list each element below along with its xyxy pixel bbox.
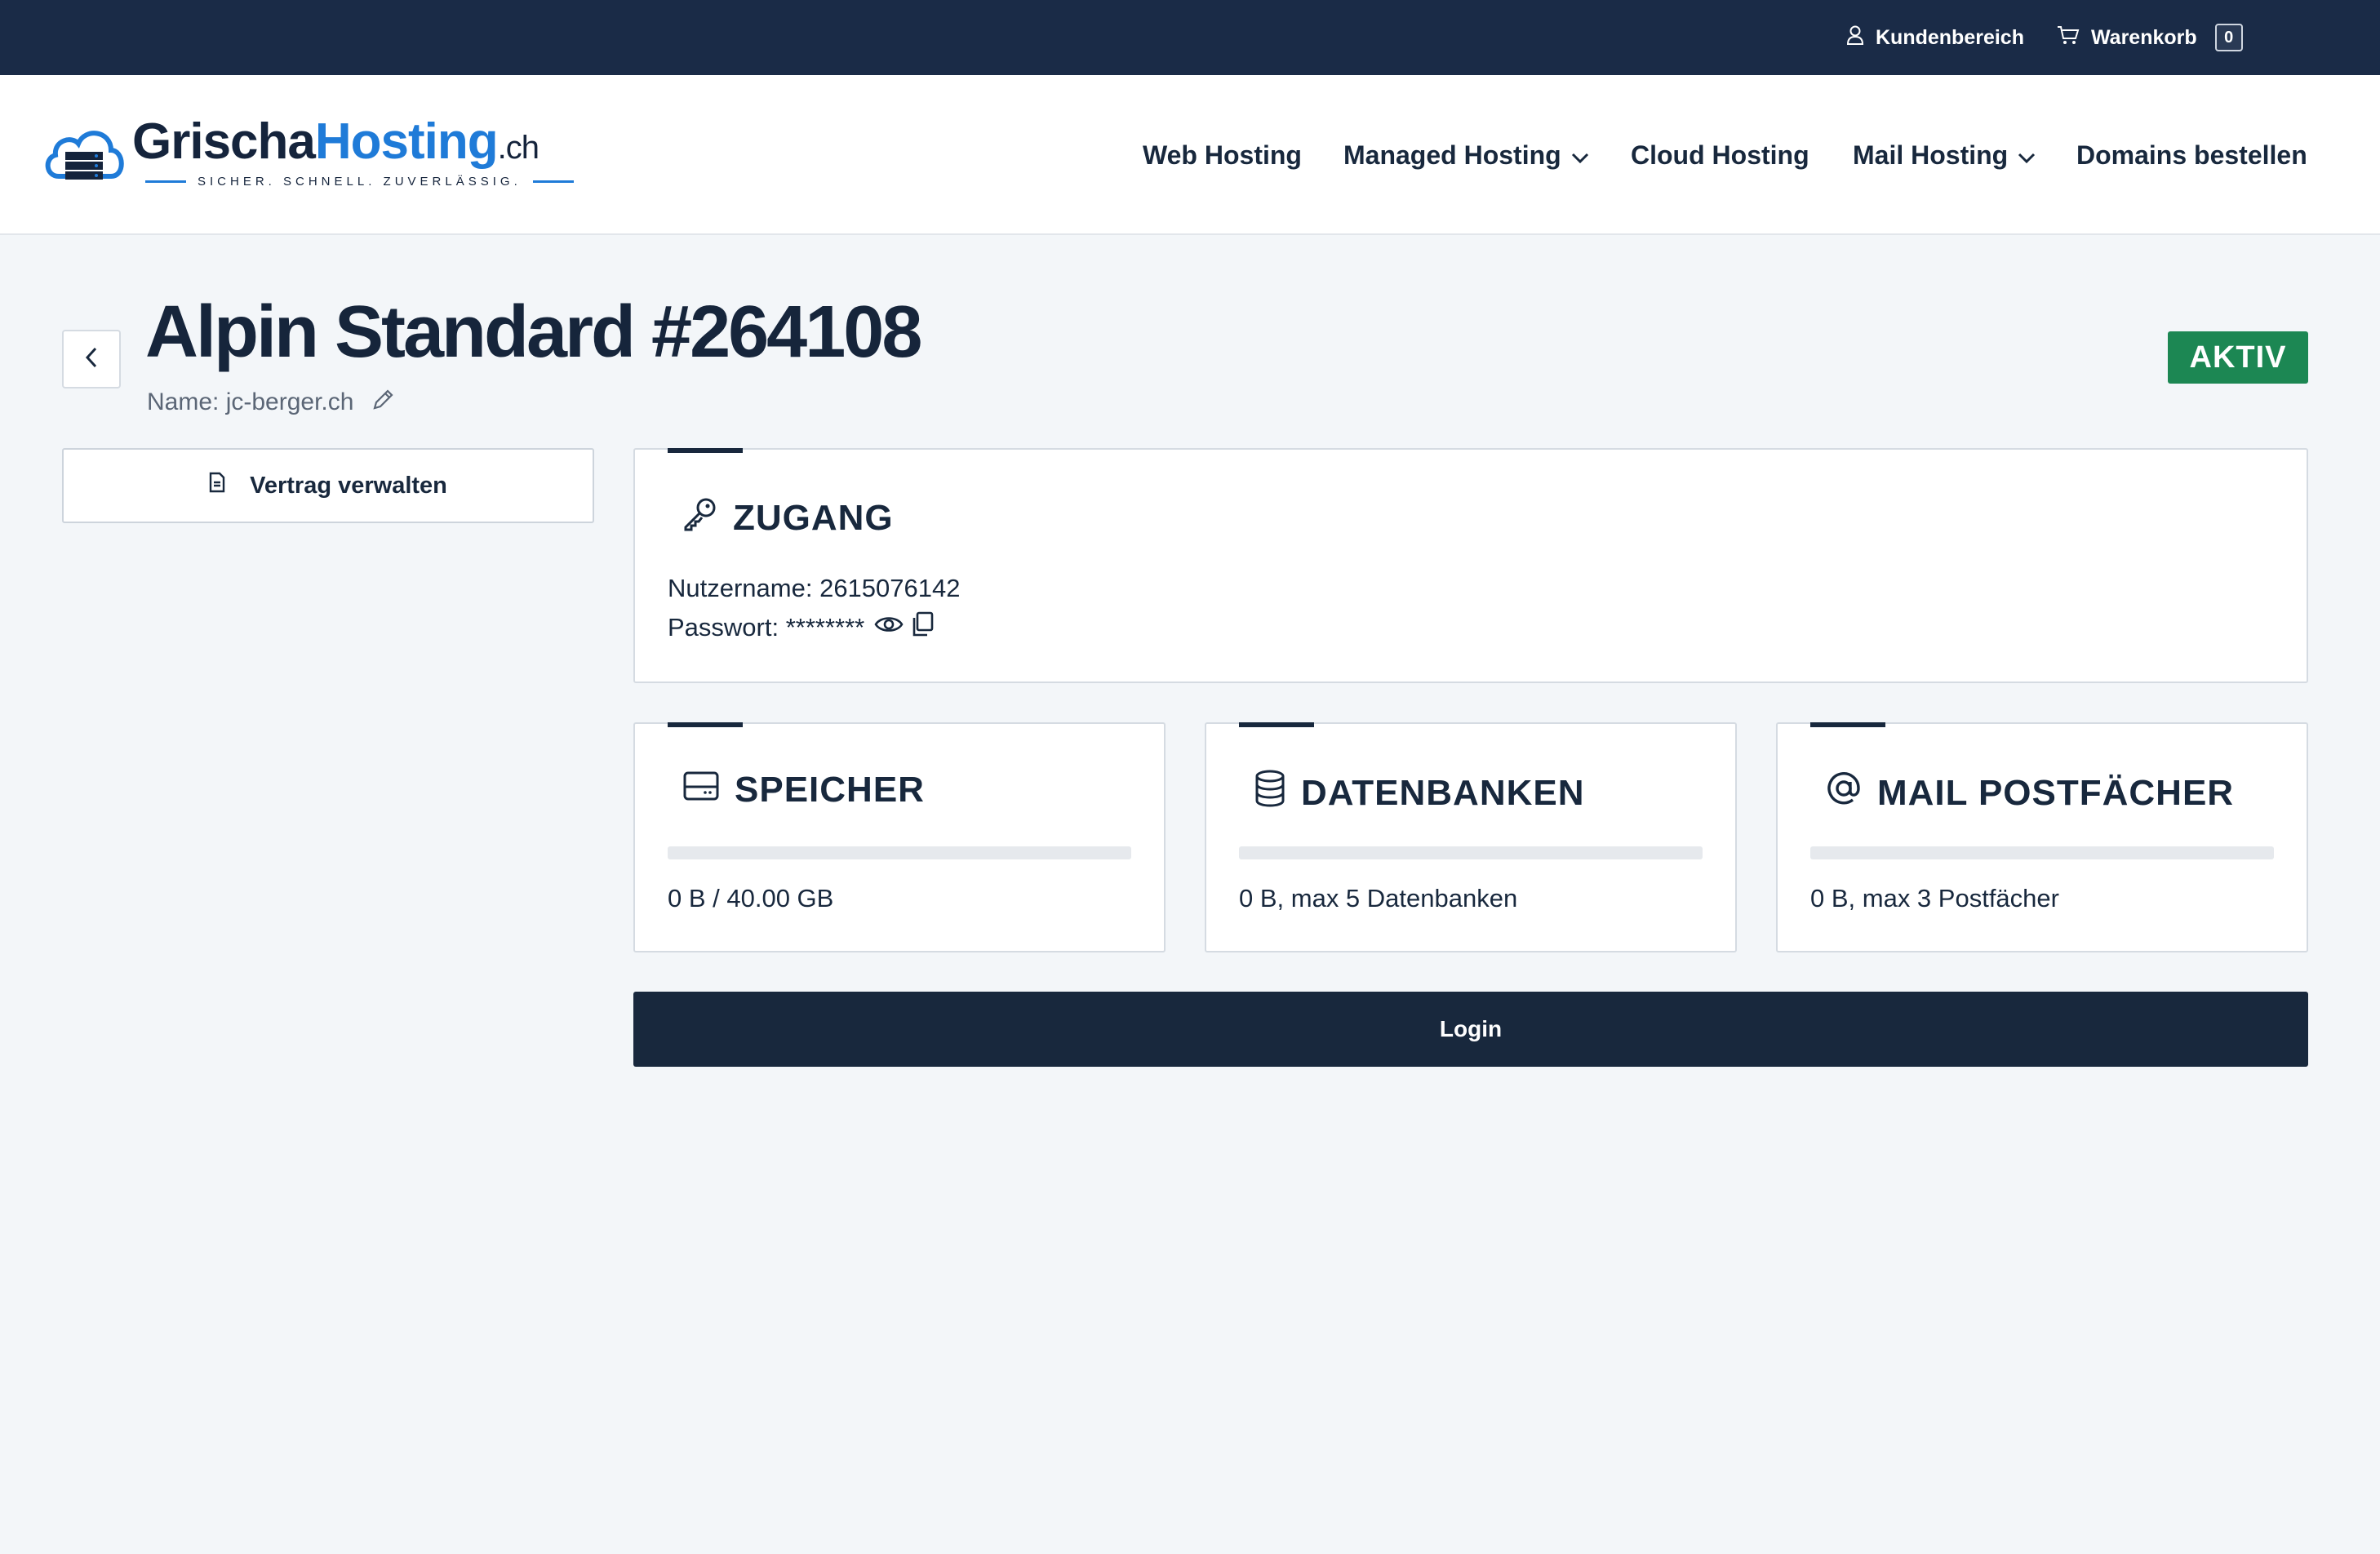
nav-item-domains[interactable]: Domains bestellen xyxy=(2076,75,2307,235)
key-icon xyxy=(682,495,718,540)
cart-link[interactable]: Warenkorb 0 xyxy=(2057,0,2243,75)
storage-progress-bar xyxy=(668,846,1131,859)
nav-label: Web Hosting xyxy=(1143,140,1302,170)
password-line: Passwort: ******** xyxy=(668,613,865,642)
account-link[interactable]: Kundenbereich xyxy=(1846,0,2024,75)
logo-part-1: Grischa xyxy=(132,113,316,170)
pencil-icon[interactable] xyxy=(371,387,396,418)
mailboxes-title-text: MAIL POSTFÄCHER xyxy=(1877,772,2235,813)
manage-contract-button[interactable]: Vertrag verwalten xyxy=(62,448,594,523)
contract-name: Name: jc-berger.ch xyxy=(147,388,354,415)
at-sign-icon xyxy=(1825,770,1863,816)
cart-label: Warenkorb xyxy=(2091,25,2197,49)
storage-title-text: SPEICHER xyxy=(735,770,925,810)
copy-icon[interactable] xyxy=(910,611,935,644)
card-accent xyxy=(668,722,743,727)
cloud-server-icon xyxy=(42,119,127,189)
card-accent xyxy=(1810,722,1885,727)
databases-title: DATENBANKEN xyxy=(1254,770,1585,816)
nav-item-managed-hosting[interactable]: Managed Hosting xyxy=(1343,75,1589,235)
databases-progress-bar xyxy=(1239,846,1703,859)
logo-part-2: Hosting xyxy=(314,113,499,170)
mailboxes-usage-text: 0 B, max 3 Postfächer xyxy=(1810,884,2059,912)
hard-drive-icon xyxy=(682,770,720,810)
username-line: Nutzername: 2615076142 xyxy=(668,574,961,602)
databases-title-text: DATENBANKEN xyxy=(1301,772,1585,813)
database-icon xyxy=(1254,770,1286,816)
status-badge: AKTIV xyxy=(2168,331,2308,384)
tagline-text: SICHER. SCHNELL. ZUVERLÄSSIG. xyxy=(198,175,522,189)
access-title: ZUGANG xyxy=(682,495,894,540)
chevron-left-icon xyxy=(85,347,98,372)
databases-card: DATENBANKEN 0 B, max 5 Datenbanken xyxy=(1205,722,1737,952)
tagline-line-left xyxy=(145,180,186,183)
document-icon xyxy=(209,472,225,500)
user-icon xyxy=(1846,25,1864,51)
cart-icon xyxy=(2057,25,2080,51)
mailboxes-card: MAIL POSTFÄCHER 0 B, max 3 Postfächer xyxy=(1776,722,2308,952)
databases-usage-text: 0 B, max 5 Datenbanken xyxy=(1239,884,1518,912)
mailboxes-title: MAIL POSTFÄCHER xyxy=(1825,770,2234,816)
chevron-down-icon xyxy=(1571,140,1589,171)
eye-icon[interactable] xyxy=(874,613,904,642)
access-card: ZUGANG Nutzername: 2615076142 Passwort: … xyxy=(633,448,2308,683)
logo[interactable]: GrischaHosting.ch SICHER. SCHNELL. ZUVER… xyxy=(42,113,574,202)
storage-title: SPEICHER xyxy=(682,770,925,810)
cart-count-badge: 0 xyxy=(2214,24,2243,51)
chevron-down-icon xyxy=(2018,140,2036,171)
login-button[interactable]: Login xyxy=(633,992,2308,1067)
card-accent xyxy=(1239,722,1314,727)
tagline-line-right xyxy=(532,180,574,183)
storage-card: SPEICHER 0 B / 40.00 GB xyxy=(633,722,1166,952)
nav-label: Cloud Hosting xyxy=(1631,140,1809,170)
access-title-text: ZUGANG xyxy=(733,497,894,538)
manage-contract-label: Vertrag verwalten xyxy=(250,472,447,499)
logo-wordmark: GrischaHosting.ch xyxy=(132,113,539,171)
account-label: Kundenbereich xyxy=(1876,25,2024,49)
logo-tagline: SICHER. SCHNELL. ZUVERLÄSSIG. xyxy=(145,175,574,189)
nav-item-web-hosting[interactable]: Web Hosting xyxy=(1143,75,1302,235)
nav-label: Domains bestellen xyxy=(2076,140,2307,170)
nav-item-cloud-hosting[interactable]: Cloud Hosting xyxy=(1631,75,1809,235)
back-button[interactable] xyxy=(62,330,121,388)
page-title: Alpin Standard #264108 xyxy=(145,291,922,373)
storage-usage-text: 0 B / 40.00 GB xyxy=(668,884,834,912)
card-accent xyxy=(668,448,743,453)
nav-item-mail-hosting[interactable]: Mail Hosting xyxy=(1853,75,2036,235)
password-row: Passwort: ******** xyxy=(668,611,935,644)
nav-label: Mail Hosting xyxy=(1853,140,2009,170)
page-subtitle: Name: jc-berger.ch xyxy=(147,387,396,418)
top-bar: Kundenbereich Warenkorb 0 xyxy=(0,0,2380,75)
logo-part-3: .ch xyxy=(497,130,539,166)
nav-label: Managed Hosting xyxy=(1343,140,1561,170)
mailboxes-progress-bar xyxy=(1810,846,2274,859)
